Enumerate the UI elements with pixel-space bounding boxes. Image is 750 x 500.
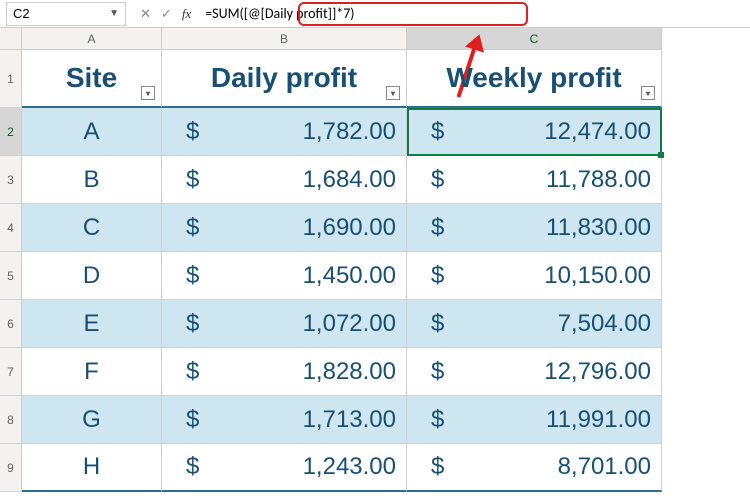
confirm-icon[interactable]: ✓: [157, 6, 176, 22]
daily-value: 1,782.00: [303, 118, 396, 146]
daily-value: 1,828.00: [303, 358, 396, 386]
daily-value: 1,713.00: [303, 406, 396, 434]
currency-symbol: $: [417, 262, 444, 290]
cell-weekly-profit[interactable]: $11,788.00: [407, 156, 662, 204]
row-header-6[interactable]: 6: [0, 300, 22, 348]
row-header-7[interactable]: 7: [0, 348, 22, 396]
formula-bar-buttons: ✕ ✓ fx: [132, 6, 199, 22]
cell-weekly-profit[interactable]: $8,701.00: [407, 444, 662, 492]
weekly-value: 8,701.00: [558, 453, 651, 481]
currency-symbol: $: [417, 166, 444, 194]
weekly-value: 7,504.00: [558, 310, 651, 338]
cell-daily-profit[interactable]: $1,828.00: [162, 348, 407, 396]
cell-daily-profit[interactable]: $1,690.00: [162, 204, 407, 252]
weekly-value: 12,796.00: [544, 358, 651, 386]
table-header-c[interactable]: Weekly profit ▾: [407, 50, 662, 108]
currency-symbol: $: [172, 406, 199, 434]
weekly-value: 12,474.00: [544, 118, 651, 146]
cell-site[interactable]: D: [22, 252, 162, 300]
row-header-4[interactable]: 4: [0, 204, 22, 252]
filter-dropdown-icon[interactable]: ▾: [141, 86, 155, 100]
cell-site[interactable]: B: [22, 156, 162, 204]
cell-weekly-profit[interactable]: $12,796.00: [407, 348, 662, 396]
weekly-value: 11,830.00: [546, 214, 651, 242]
formula-bar: C2 ▼ ✕ ✓ fx =SUM([@[Daily profit]]*7): [0, 0, 750, 28]
daily-value: 1,690.00: [303, 214, 396, 242]
row-header-3[interactable]: 3: [0, 156, 22, 204]
spreadsheet-grid[interactable]: ABC1Site▾Daily profit▾Weekly profit▾2A$1…: [0, 28, 750, 492]
currency-symbol: $: [417, 214, 444, 242]
cell-daily-profit[interactable]: $1,243.00: [162, 444, 407, 492]
select-all-corner[interactable]: [0, 28, 22, 50]
header-label: Weekly profit: [446, 62, 621, 94]
cell-weekly-profit[interactable]: $11,830.00: [407, 204, 662, 252]
row-header-8[interactable]: 8: [0, 396, 22, 444]
cell-weekly-profit[interactable]: $7,504.00: [407, 300, 662, 348]
daily-value: 1,450.00: [303, 262, 396, 290]
column-header-b[interactable]: B: [162, 28, 407, 50]
currency-symbol: $: [172, 214, 199, 242]
currency-symbol: $: [172, 262, 199, 290]
cell-weekly-profit[interactable]: $10,150.00: [407, 252, 662, 300]
currency-symbol: $: [417, 358, 444, 386]
row-header-9[interactable]: 9: [0, 444, 22, 492]
currency-symbol: $: [172, 310, 199, 338]
cell-daily-profit[interactable]: $1,713.00: [162, 396, 407, 444]
cell-weekly-profit[interactable]: $11,991.00: [407, 396, 662, 444]
daily-value: 1,684.00: [303, 166, 396, 194]
weekly-value: 10,150.00: [544, 262, 651, 290]
name-box-value: C2: [13, 6, 30, 21]
chevron-down-icon[interactable]: ▼: [109, 8, 119, 19]
column-header-c[interactable]: C: [407, 28, 662, 50]
weekly-value: 11,991.00: [546, 406, 651, 434]
currency-symbol: $: [417, 453, 444, 481]
filter-dropdown-icon[interactable]: ▾: [641, 86, 655, 100]
formula-text: =SUM([@[Daily profit]]*7): [205, 5, 354, 22]
cell-site[interactable]: E: [22, 300, 162, 348]
currency-symbol: $: [172, 166, 199, 194]
cell-site[interactable]: C: [22, 204, 162, 252]
currency-symbol: $: [417, 118, 444, 146]
currency-symbol: $: [172, 453, 199, 481]
cancel-icon[interactable]: ✕: [136, 6, 155, 22]
currency-symbol: $: [172, 118, 199, 146]
column-header-a[interactable]: A: [22, 28, 162, 50]
fx-icon[interactable]: fx: [178, 6, 195, 22]
cell-daily-profit[interactable]: $1,450.00: [162, 252, 407, 300]
daily-value: 1,072.00: [303, 310, 396, 338]
header-label: Daily profit: [211, 62, 357, 94]
row-header-1[interactable]: 1: [0, 50, 22, 108]
row-header-5[interactable]: 5: [0, 252, 22, 300]
weekly-value: 11,788.00: [546, 166, 651, 194]
currency-symbol: $: [417, 406, 444, 434]
filter-dropdown-icon[interactable]: ▾: [386, 86, 400, 100]
row-header-2[interactable]: 2: [0, 108, 22, 156]
cell-daily-profit[interactable]: $1,072.00: [162, 300, 407, 348]
header-label: Site: [66, 62, 117, 94]
currency-symbol: $: [417, 310, 444, 338]
daily-value: 1,243.00: [303, 453, 396, 481]
cell-daily-profit[interactable]: $1,782.00: [162, 108, 407, 156]
currency-symbol: $: [172, 358, 199, 386]
cell-site[interactable]: A: [22, 108, 162, 156]
cell-daily-profit[interactable]: $1,684.00: [162, 156, 407, 204]
cell-weekly-profit[interactable]: $12,474.00: [407, 108, 662, 156]
table-header-a[interactable]: Site ▾: [22, 50, 162, 108]
cell-site[interactable]: G: [22, 396, 162, 444]
cell-site[interactable]: H: [22, 444, 162, 492]
formula-input[interactable]: =SUM([@[Daily profit]]*7): [199, 2, 750, 26]
name-box[interactable]: C2 ▼: [6, 2, 126, 26]
cell-site[interactable]: F: [22, 348, 162, 396]
table-header-b[interactable]: Daily profit ▾: [162, 50, 407, 108]
